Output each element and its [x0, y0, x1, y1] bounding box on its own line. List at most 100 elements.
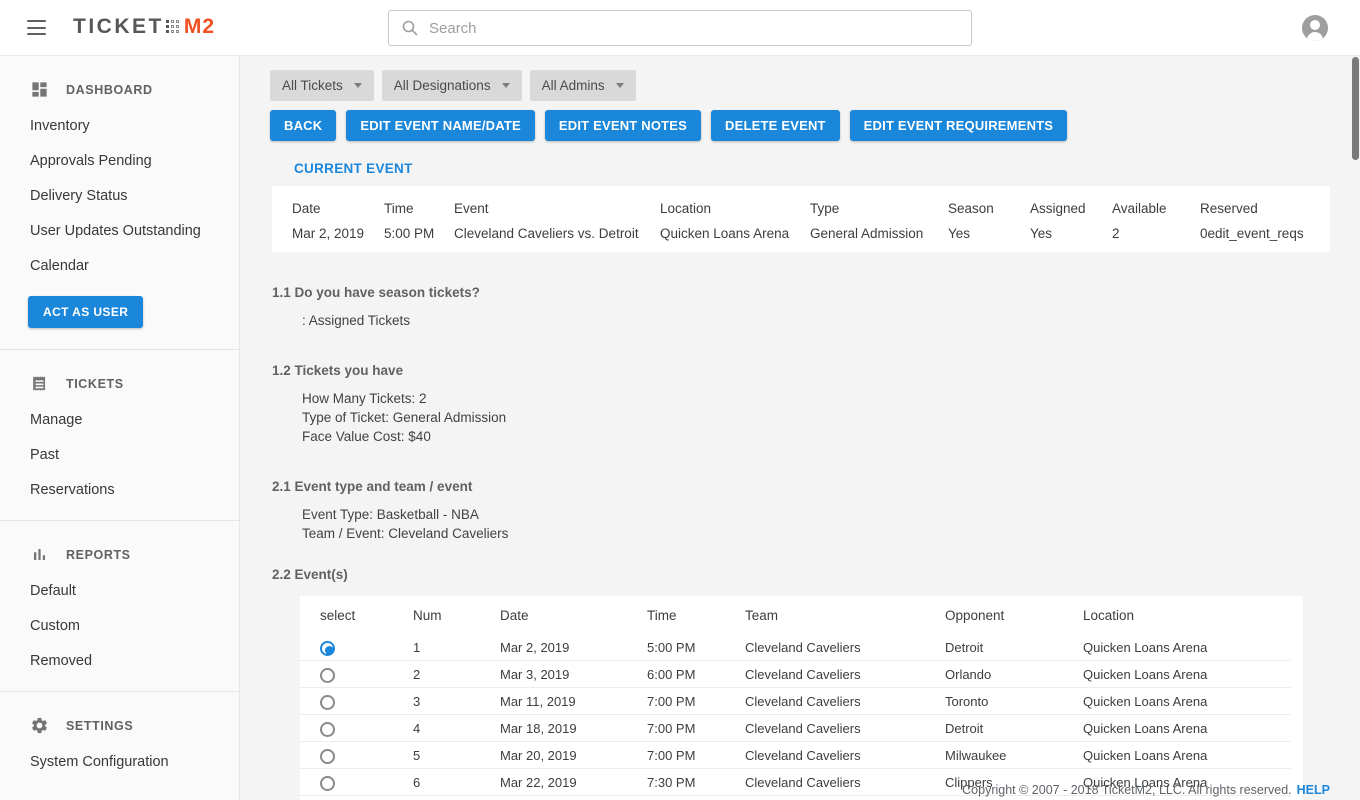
sidebar-item-removed[interactable]: Removed: [0, 643, 239, 678]
cell-time: 5:00 PM: [647, 640, 745, 655]
sidebar-section-label: SETTINGS: [66, 719, 133, 733]
cell-date: Mar 11, 2019: [500, 694, 647, 709]
select-cell: [320, 747, 413, 763]
avatar[interactable]: [1302, 15, 1328, 41]
events-table: selectNumDateTimeTeamOpponentLocation1Ma…: [300, 596, 1303, 800]
cell-date: Mar 3, 2019: [500, 667, 647, 682]
sidebar-item-custom[interactable]: Custom: [0, 608, 239, 643]
search-box[interactable]: [388, 10, 972, 46]
table-row: 1Mar 2, 20195:00 PMCleveland CaveliersDe…: [300, 634, 1303, 661]
copyright-text: Copyright © 2007 - 2018 TicketM2, LLC. A…: [962, 783, 1292, 797]
event-radio-selected[interactable]: [320, 641, 335, 656]
cell-assigned: Yes: [1030, 226, 1112, 241]
sidebar-item-default[interactable]: Default: [0, 573, 239, 608]
column-header-location: Location: [660, 201, 810, 216]
footer: Copyright © 2007 - 2018 TicketM2, LLC. A…: [962, 783, 1330, 797]
filter-bar: All Tickets All Designations All Admins: [270, 70, 1360, 101]
current-event-table: DateTimeEventLocationTypeSeasonAssignedA…: [272, 186, 1330, 252]
cell-num: 5: [413, 748, 500, 763]
cell-num: 6: [413, 775, 500, 790]
scrollbar[interactable]: [1352, 57, 1359, 160]
cell-location: Quicken Loans Arena: [1083, 640, 1303, 655]
filter-dropdown-all-tickets[interactable]: All Tickets: [270, 70, 374, 101]
sidebar-section-settings: SETTINGS System Configuration: [0, 692, 239, 779]
sidebar-item-approvals-pending[interactable]: Approvals Pending: [0, 143, 239, 178]
top-header: TICKET M2: [0, 0, 1360, 56]
event-radio[interactable]: [320, 668, 335, 683]
sidebar-section-label: DASHBOARD: [66, 83, 153, 97]
column-header-location: Location: [1083, 608, 1303, 623]
cell-time: 6:00 PM: [647, 667, 745, 682]
cell-team: Cleveland Caveliers: [745, 721, 945, 736]
cell-date: Mar 22, 2019: [500, 775, 647, 790]
table-row: 3Mar 11, 20197:00 PMCleveland CaveliersT…: [300, 688, 1303, 715]
cell-time: 5:00 PM: [384, 226, 454, 241]
logo-text-ticket: TICKET: [73, 15, 164, 39]
delete-event-button[interactable]: DELETE EVENT: [711, 110, 840, 141]
sidebar-section-reports: REPORTS DefaultCustomRemoved: [0, 521, 239, 678]
column-header-reserved: Reserved: [1200, 201, 1330, 216]
sidebar-item-inventory[interactable]: Inventory: [0, 108, 239, 143]
cell-location: Quicken Loans Arena: [1083, 667, 1303, 682]
qa-section-4: 2.2 Event(s): [270, 567, 1360, 582]
event-radio[interactable]: [320, 695, 335, 710]
cell-reserved: 0edit_event_reqs: [1200, 226, 1330, 241]
logo-text-m2: M2: [184, 15, 215, 39]
edit-event-requirements-button[interactable]: EDIT EVENT REQUIREMENTS: [850, 110, 1068, 141]
cell-available: 2: [1112, 226, 1200, 241]
cell-event: Cleveland Caveliers vs. Detroit: [454, 226, 660, 241]
sidebar-section-tickets: TICKETS ManagePastReservations: [0, 350, 239, 507]
sidebar-item-past[interactable]: Past: [0, 437, 239, 472]
settings-icon: [30, 716, 49, 735]
menu-icon[interactable]: [27, 20, 46, 35]
table-row: Mar 2, 20195:00 PMCleveland Caveliers vs…: [272, 222, 1330, 252]
sidebar-section-label: TICKETS: [66, 377, 124, 391]
edit-event-notes-button[interactable]: EDIT EVENT NOTES: [545, 110, 701, 141]
event-radio[interactable]: [320, 776, 335, 791]
question-sections: 1.1 Do you have season tickets?: Assigne…: [270, 285, 1360, 582]
cell-opponent: Milwaukee: [945, 748, 1083, 763]
qa-section-1: 1.1 Do you have season tickets?: Assigne…: [270, 285, 1360, 330]
sidebar-section-dashboard: DASHBOARD InventoryApprovals PendingDeliv…: [0, 56, 239, 336]
cell-team: Cleveland Caveliers: [745, 640, 945, 655]
filter-label: All Admins: [542, 78, 605, 93]
search-input[interactable]: [429, 11, 971, 45]
help-link[interactable]: HELP: [1297, 783, 1330, 797]
event-radio[interactable]: [320, 722, 335, 737]
select-cell: [320, 666, 413, 682]
app-logo[interactable]: TICKET M2: [73, 15, 215, 39]
table-row: 2Mar 3, 20196:00 PMCleveland CaveliersOr…: [300, 661, 1303, 688]
cell-date: Mar 20, 2019: [500, 748, 647, 763]
chevron-down-icon: [354, 83, 362, 88]
sidebar-section-label: REPORTS: [66, 548, 131, 562]
filter-label: All Tickets: [282, 78, 343, 93]
sidebar-item-system-configuration[interactable]: System Configuration: [0, 744, 239, 779]
table-header-row: selectNumDateTimeTeamOpponentLocation: [300, 596, 1303, 634]
table-header-row: DateTimeEventLocationTypeSeasonAssignedA…: [272, 186, 1330, 222]
edit-event-name-date-button[interactable]: EDIT EVENT NAME/DATE: [346, 110, 535, 141]
cell-opponent: Detroit: [945, 721, 1083, 736]
main-content: All Tickets All Designations All Admins BA…: [240, 56, 1360, 800]
column-header-num: Num: [413, 608, 500, 623]
filter-dropdown-all-designations[interactable]: All Designations: [382, 70, 522, 101]
cell-time: 7:00 PM: [647, 748, 745, 763]
act-as-user-button[interactable]: ACT AS USER: [28, 296, 143, 328]
cell-opponent: Orlando: [945, 667, 1083, 682]
cell-season: Yes: [948, 226, 1030, 241]
filter-dropdown-all-admins[interactable]: All Admins: [530, 70, 636, 101]
sidebar-item-reservations[interactable]: Reservations: [0, 472, 239, 507]
cell-type: General Admission: [810, 226, 948, 241]
cell-team: Cleveland Caveliers: [745, 775, 945, 790]
sidebar-item-calendar[interactable]: Calendar: [0, 248, 239, 283]
qa-section-title: 1.2 Tickets you have: [272, 363, 1360, 378]
sidebar-item-user-updates-outstanding[interactable]: User Updates Outstanding: [0, 213, 239, 248]
sidebar-item-manage[interactable]: Manage: [0, 402, 239, 437]
event-radio[interactable]: [320, 749, 335, 764]
action-button-bar: BACK EDIT EVENT NAME/DATE EDIT EVENT NOTES…: [270, 110, 1360, 141]
sidebar-header-reports: REPORTS: [0, 527, 239, 573]
sidebar-item-delivery-status[interactable]: Delivery Status: [0, 178, 239, 213]
logo-dots-icon: [166, 20, 180, 34]
cell-team: Cleveland Caveliers: [745, 748, 945, 763]
qa-section-title: 1.1 Do you have season tickets?: [272, 285, 1360, 300]
back-button[interactable]: BACK: [270, 110, 336, 141]
